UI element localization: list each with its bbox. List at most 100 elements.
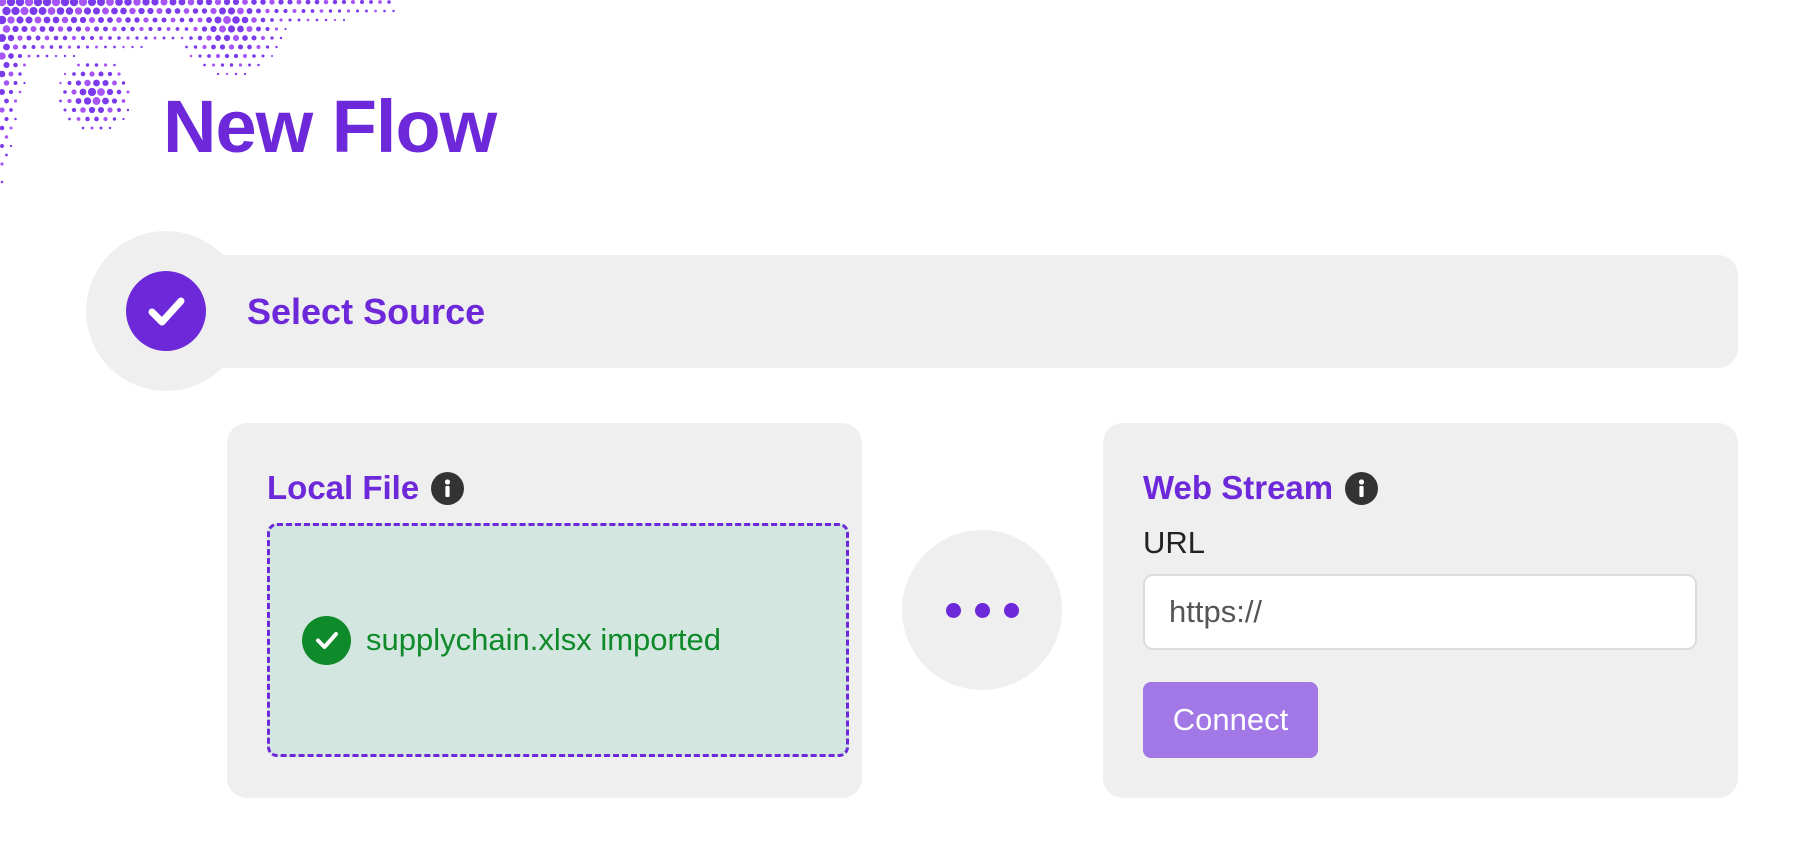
halftone-dot xyxy=(21,25,28,33)
halftone-dot xyxy=(223,34,231,42)
halftone-dot xyxy=(76,117,81,121)
checkmark-icon xyxy=(148,297,185,326)
halftone-dot xyxy=(85,45,90,49)
halftone-dot xyxy=(79,88,87,96)
halftone-dot xyxy=(60,0,70,7)
halftone-dot xyxy=(9,144,13,148)
more-options-button[interactable] xyxy=(902,530,1062,690)
halftone-dot xyxy=(13,99,18,103)
halftone-dot xyxy=(224,53,230,59)
halftone-dot xyxy=(0,34,6,42)
halftone-dot xyxy=(246,26,253,32)
connect-button[interactable]: Connect xyxy=(1143,682,1318,758)
halftone-dot xyxy=(219,25,226,33)
halftone-dot xyxy=(122,45,125,49)
halftone-dot xyxy=(201,8,208,14)
halftone-dot xyxy=(315,18,319,22)
halftone-dot xyxy=(96,0,106,7)
halftone-dot xyxy=(201,26,208,32)
halftone-dot xyxy=(288,18,292,22)
halftone-dot xyxy=(0,15,7,25)
halftone-dot xyxy=(49,45,54,49)
halftone-dot xyxy=(255,26,262,32)
halftone-dot xyxy=(106,88,114,96)
halftone-dot xyxy=(112,117,117,121)
halftone-dot xyxy=(89,35,95,41)
halftone-dot xyxy=(35,35,41,41)
halftone-dot xyxy=(97,88,105,96)
halftone-dot xyxy=(12,44,19,50)
file-dropzone[interactable]: supplychain.xlsx imported xyxy=(267,523,849,757)
halftone-dot xyxy=(229,63,234,67)
halftone-dot xyxy=(8,89,14,95)
halftone-dot xyxy=(301,9,306,13)
halftone-dot xyxy=(387,0,391,4)
halftone-dot xyxy=(238,63,243,67)
halftone-dot xyxy=(17,35,23,41)
halftone-dot xyxy=(292,8,297,14)
halftone-dot xyxy=(52,16,60,24)
halftone-dot xyxy=(228,44,235,50)
local-file-card: Local File supplychain.xlsx imported xyxy=(227,423,862,798)
halftone-dot xyxy=(76,45,81,49)
halftone-dot xyxy=(43,16,51,24)
halftone-dot xyxy=(59,99,62,103)
halftone-dot xyxy=(57,26,64,32)
halftone-dot xyxy=(80,71,86,77)
halftone-dot xyxy=(84,26,91,32)
halftone-dot xyxy=(108,36,112,40)
halftone-dot xyxy=(117,36,121,40)
halftone-dot xyxy=(112,26,117,32)
halftone-dot xyxy=(18,90,22,94)
halftone-dot xyxy=(142,0,150,6)
halftone-dot xyxy=(232,34,240,42)
halftone-dot xyxy=(310,9,315,13)
halftone-dot xyxy=(75,80,82,86)
halftone-dot xyxy=(125,17,131,23)
page: New Flow Select Source Local File supply… xyxy=(0,0,1800,865)
halftone-dot xyxy=(102,79,109,87)
halftone-dot xyxy=(14,117,17,121)
halftone-dot xyxy=(111,98,118,104)
halftone-dot xyxy=(180,36,184,40)
halftone-dot xyxy=(193,45,198,49)
halftone-dot xyxy=(196,0,204,6)
halftone-dot xyxy=(161,17,167,23)
halftone-dot xyxy=(45,54,49,58)
halftone-dot xyxy=(227,7,236,15)
halftone-dot xyxy=(121,81,126,85)
halftone-dot xyxy=(242,53,248,59)
halftone-dot xyxy=(71,107,77,113)
url-input[interactable] xyxy=(1143,574,1697,650)
halftone-dot xyxy=(88,16,96,24)
halftone-dot xyxy=(274,27,279,31)
halftone-dot xyxy=(197,17,203,23)
info-icon[interactable] xyxy=(431,471,465,505)
halftone-dot xyxy=(112,80,117,86)
halftone-dot xyxy=(94,116,99,122)
halftone-dot xyxy=(328,9,333,13)
halftone-dot xyxy=(69,0,79,7)
halftone-dot xyxy=(169,0,177,6)
halftone-dot xyxy=(184,27,189,31)
halftone-dot xyxy=(95,45,98,49)
halftone-dot xyxy=(115,0,123,6)
halftone-dot xyxy=(237,44,244,50)
halftone-dot xyxy=(265,26,270,32)
halftone-dot xyxy=(74,7,83,15)
info-icon[interactable] xyxy=(1345,471,1379,505)
halftone-dot xyxy=(144,36,148,40)
halftone-dot xyxy=(12,25,19,33)
halftone-dot xyxy=(80,107,86,113)
halftone-dot xyxy=(26,35,32,41)
halftone-dot xyxy=(278,0,284,5)
halftone-dot xyxy=(275,45,278,49)
halftone-dot xyxy=(255,8,262,14)
halftone-dot xyxy=(0,107,5,113)
halftone-dot xyxy=(75,98,82,104)
halftone-dot xyxy=(113,45,116,49)
halftone-dot xyxy=(84,79,91,87)
halftone-dot xyxy=(99,126,103,130)
halftone-dot xyxy=(188,17,194,23)
halftone-dot xyxy=(189,54,193,58)
